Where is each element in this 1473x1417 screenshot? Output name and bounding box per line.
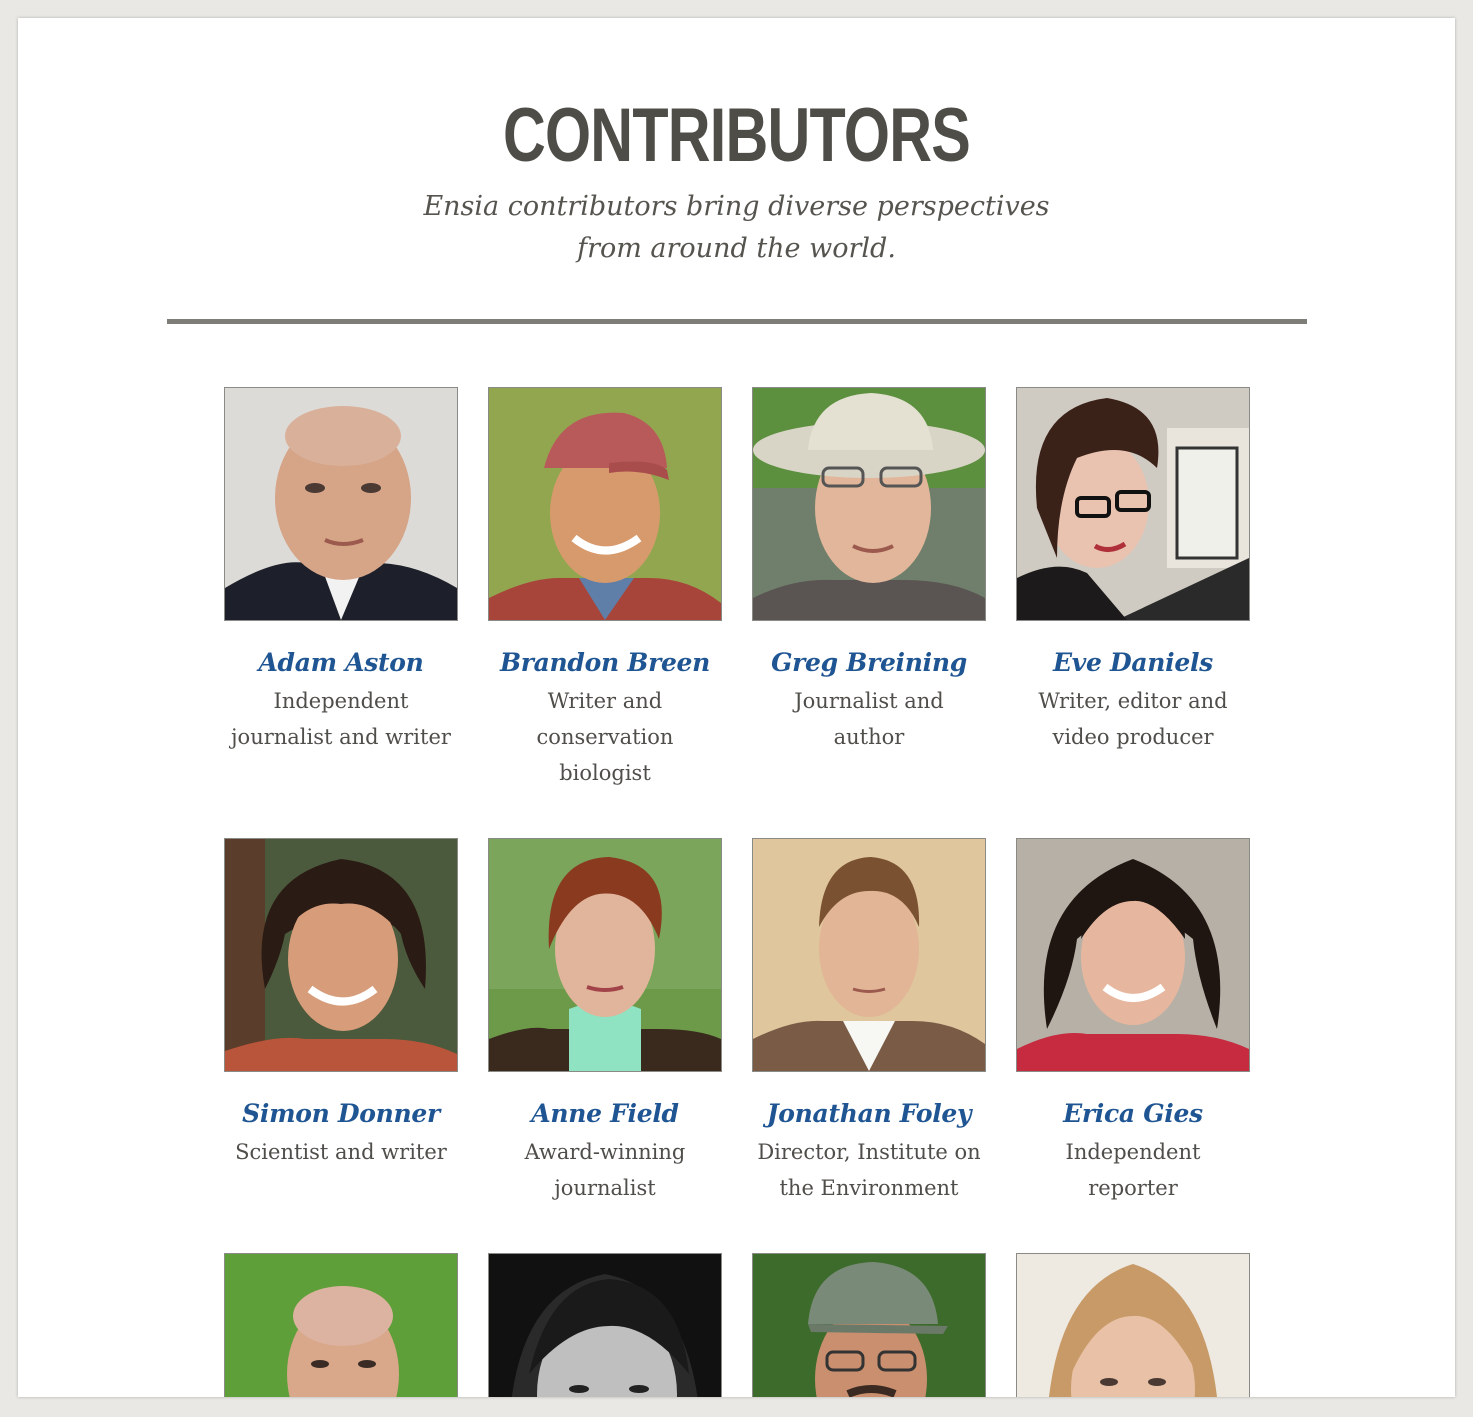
contributor-photo[interactable] xyxy=(752,387,986,621)
contributor-card: Jonathan Foley Director, Institute on th… xyxy=(752,838,986,1206)
contributor-card: Anne Field Award-winning journalist xyxy=(488,838,722,1206)
subtitle-line-1: Ensia contributors bring diverse perspec… xyxy=(423,191,1050,222)
contributor-name-link[interactable]: Eve Daniels xyxy=(1016,647,1250,679)
contributor-name-link[interactable]: Brandon Breen xyxy=(488,647,722,679)
contributor-name-link[interactable]: Simon Donner xyxy=(224,1098,458,1130)
contributor-photo[interactable] xyxy=(1016,1253,1250,1397)
role-line: Independent xyxy=(273,689,409,713)
contributor-photo[interactable] xyxy=(1016,838,1250,1072)
contributor-role: Award-winning journalist xyxy=(488,1134,722,1206)
role-line: Director, Institute on xyxy=(757,1140,981,1164)
contributor-role: Journalist and author xyxy=(752,683,986,755)
page-container: CONTRIBUTORS Ensia contributors bring di… xyxy=(18,18,1455,1397)
contributor-card: Greg Breining Journalist and author xyxy=(752,387,986,755)
contributor-card: Brandon Breen Writer and conservation bi… xyxy=(488,387,722,791)
role-line: Writer and xyxy=(547,689,663,713)
contributor-photo[interactable] xyxy=(752,838,986,1072)
contributor-card: Simon Donner Scientist and writer xyxy=(224,838,458,1170)
contributor-role: Director, Institute on the Environment xyxy=(752,1134,986,1206)
contributor-role: Independent reporter xyxy=(1016,1134,1250,1206)
contributor-name-link[interactable]: Erica Gies xyxy=(1016,1098,1250,1130)
contributor-role: Writer and conservation biologist xyxy=(488,683,722,791)
role-line: Independent xyxy=(1065,1140,1201,1164)
contributor-name-link[interactable]: Jonathan Foley xyxy=(752,1098,986,1130)
role-line: biologist xyxy=(559,761,651,785)
contributor-role: Independent journalist and writer xyxy=(224,683,458,755)
role-line: Writer, editor and xyxy=(1038,689,1228,713)
contributor-photo[interactable] xyxy=(224,1253,458,1397)
contributor-role: Scientist and writer xyxy=(224,1134,458,1170)
role-line: video producer xyxy=(1052,725,1214,749)
contributor-card: Adam Aston Independent journalist and wr… xyxy=(224,387,458,755)
page-title: CONTRIBUTORS xyxy=(502,93,971,178)
contributor-photo[interactable] xyxy=(488,838,722,1072)
role-line: the Environment xyxy=(779,1176,959,1200)
contributor-card: Erica Gies Independent reporter xyxy=(1016,838,1250,1206)
contributor-card xyxy=(752,1253,986,1397)
contributor-photo[interactable] xyxy=(224,838,458,1072)
contributor-name-link[interactable]: Anne Field xyxy=(488,1098,722,1130)
contributor-photo[interactable] xyxy=(1016,387,1250,621)
role-line: Scientist and writer xyxy=(235,1140,447,1164)
contributor-card xyxy=(224,1253,458,1397)
role-line: conservation xyxy=(536,725,674,749)
contributor-card: Eve Daniels Writer, editor and video pro… xyxy=(1016,387,1250,755)
subtitle-line-2: from around the world. xyxy=(577,233,896,264)
role-line: Award-winning xyxy=(524,1140,686,1164)
role-line: journalist xyxy=(554,1176,656,1200)
role-line: journalist and writer xyxy=(231,725,451,749)
divider-rule xyxy=(167,319,1307,324)
contributor-photo[interactable] xyxy=(752,1253,986,1397)
contributor-role: Writer, editor and video producer xyxy=(1016,683,1250,755)
contributor-card xyxy=(1016,1253,1250,1397)
page-subtitle: Ensia contributors bring diverse perspec… xyxy=(318,186,1155,270)
contributor-name-link[interactable]: Adam Aston xyxy=(224,647,458,679)
contributor-card xyxy=(488,1253,722,1397)
contributor-photo[interactable] xyxy=(488,387,722,621)
role-line: reporter xyxy=(1088,1176,1178,1200)
contributor-photo[interactable] xyxy=(224,387,458,621)
contributor-photo[interactable] xyxy=(488,1253,722,1397)
contributor-name-link[interactable]: Greg Breining xyxy=(752,647,986,679)
role-line: Journalist and author xyxy=(794,689,944,749)
